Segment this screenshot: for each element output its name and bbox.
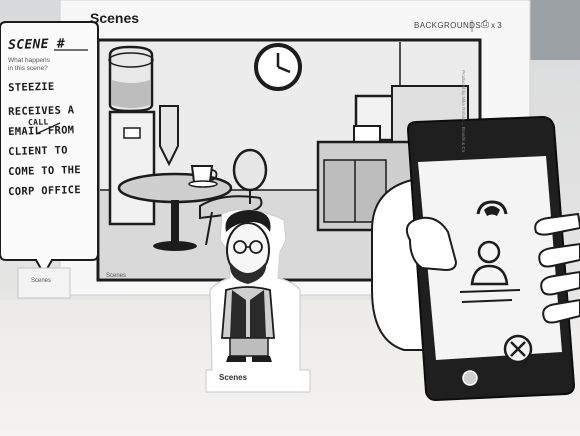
scene-card-line: CORP OFFICE xyxy=(8,184,82,198)
photo-stage: Scenes BACKGROUNDS ⎙ x 3 Scenes Produced… xyxy=(0,0,580,436)
photo-artwork xyxy=(0,0,580,436)
scene-card-line: CLIENT TO xyxy=(8,144,68,158)
phone-home-button xyxy=(462,370,478,386)
poster-count-label: x 3 xyxy=(491,21,502,30)
scene-card-line: COME TO THE xyxy=(8,164,82,178)
decline-x-icon xyxy=(503,334,533,364)
character-cutout-brand: Scenes xyxy=(219,373,248,382)
scene-card-line: RECEIVES A xyxy=(8,104,75,118)
poster-brand: Scenes xyxy=(90,10,140,26)
scene-card-stand-brand: Scenes xyxy=(31,278,52,284)
clock-icon xyxy=(254,43,302,91)
poster-category-label: BACKGROUNDS xyxy=(414,21,482,30)
poster-fine-print: Produced by Mike Rohde ... Brands & Co. xyxy=(461,70,466,154)
character-pants xyxy=(229,337,269,357)
scene-card-line: EMAIL FROM xyxy=(8,124,75,138)
printer-icon: ⎙ xyxy=(481,19,489,30)
scene-card-line: STEEZIE xyxy=(8,80,55,94)
scene-card-prompt-1: What happens xyxy=(8,57,50,64)
character-shirt xyxy=(221,286,275,339)
scene-card-prompt-2: in this scene? xyxy=(8,65,48,72)
poster-corner-brand: Scenes xyxy=(106,273,127,279)
scene-card-title: SCENE # xyxy=(8,36,66,53)
